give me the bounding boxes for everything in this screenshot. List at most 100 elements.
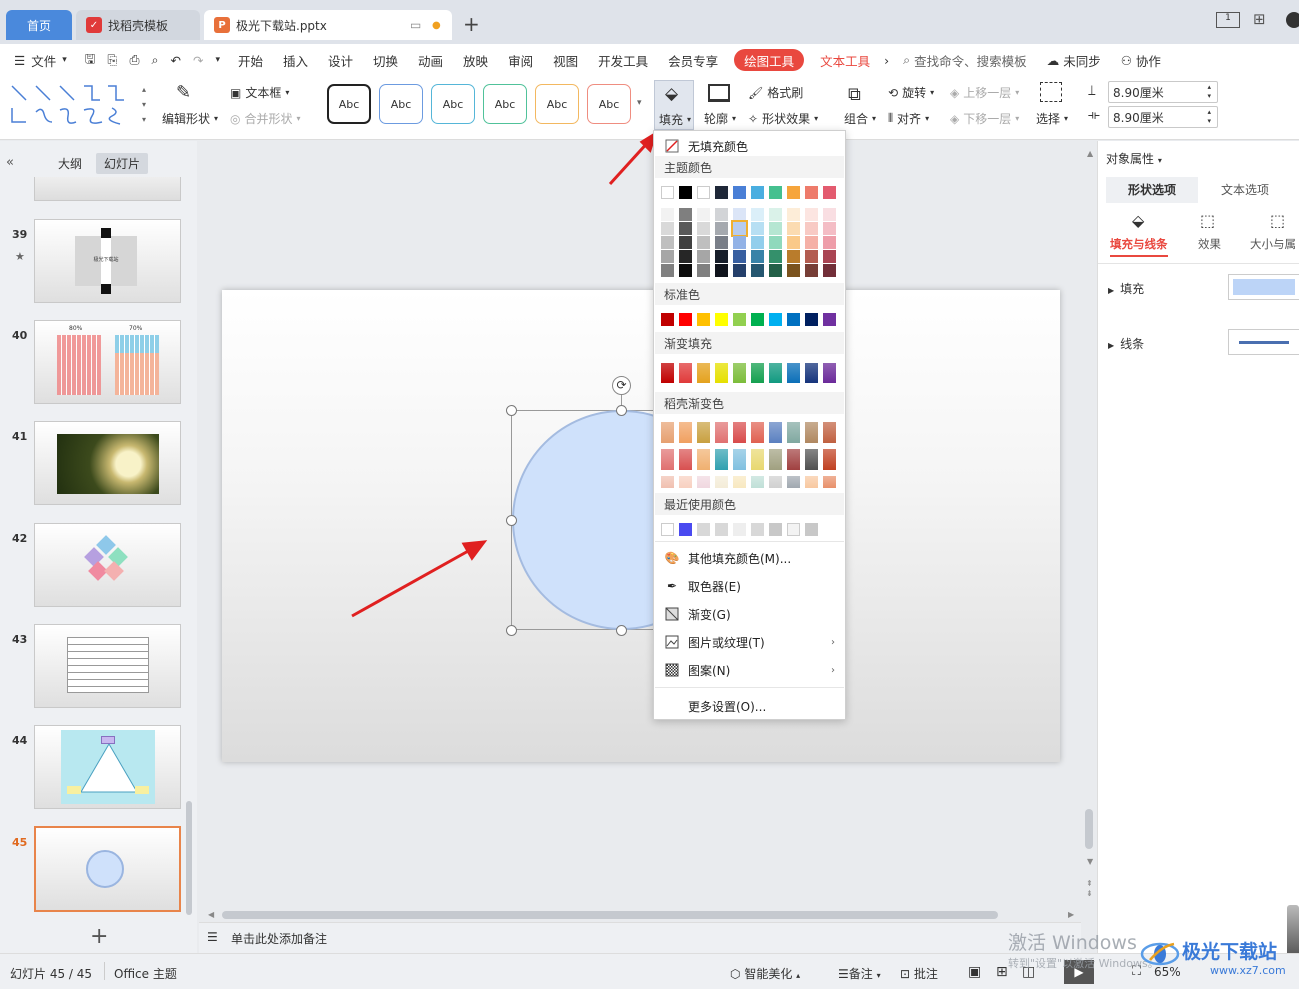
tab-text-options[interactable]: 文本选项 xyxy=(1198,177,1292,203)
scroll-left-icon[interactable]: ◀ xyxy=(208,910,214,919)
theme-shade-swatch[interactable] xyxy=(715,208,728,221)
add-slide-icon[interactable]: + xyxy=(90,924,108,949)
daoke-gradient-swatch[interactable] xyxy=(661,476,674,488)
theme-shade-swatch[interactable] xyxy=(751,222,764,235)
gradient-fill-swatch[interactable] xyxy=(661,363,674,383)
gradient-fill-swatch[interactable] xyxy=(679,363,692,383)
grid-apps-icon[interactable]: ⊞ xyxy=(1253,10,1266,28)
daoke-gradient-swatch[interactable] xyxy=(679,449,692,470)
daoke-gradient-swatch[interactable] xyxy=(661,422,674,443)
shape-style-1[interactable]: Abc xyxy=(327,84,371,124)
daoke-gradient-swatch[interactable] xyxy=(787,449,800,470)
recent-color-swatch[interactable] xyxy=(679,523,692,536)
theme-shade-swatch[interactable] xyxy=(805,236,818,249)
fill-color-picker[interactable] xyxy=(1228,274,1299,300)
format-painter-button[interactable]: 🖌 格式刷 xyxy=(748,84,803,101)
daoke-gradient-swatch[interactable] xyxy=(751,422,764,443)
theme-color-swatch[interactable] xyxy=(661,186,674,199)
theme-shade-swatch[interactable] xyxy=(661,236,674,249)
fill-button[interactable]: ⬙ 填充 ▾ xyxy=(654,80,694,130)
theme-shade-swatch[interactable] xyxy=(679,208,692,221)
theme-shade-swatch[interactable] xyxy=(787,264,800,277)
theme-color-swatch[interactable] xyxy=(787,186,800,199)
command-search[interactable]: ⌕ 查找命令、搜索模板 xyxy=(893,44,1037,76)
daoke-gradient-swatch[interactable] xyxy=(787,422,800,443)
more-tabs-icon[interactable]: › xyxy=(880,44,893,76)
tab-size[interactable]: 大小与属 xyxy=(1250,236,1296,252)
theme-shade-swatch[interactable] xyxy=(787,208,800,221)
theme-shade-swatch[interactable] xyxy=(823,222,836,235)
theme-shade-swatch[interactable] xyxy=(715,236,728,249)
daoke-gradient-swatch[interactable] xyxy=(751,476,764,488)
theme-shade-swatch[interactable] xyxy=(787,222,800,235)
daoke-gradient-swatch[interactable] xyxy=(769,449,782,470)
notes-bar[interactable]: ☰ 单击此处添加备注 xyxy=(199,922,1081,953)
comments-toggle[interactable]: ⊡ 批注 xyxy=(900,965,938,982)
theme-shade-swatch[interactable] xyxy=(751,236,764,249)
notes-toggle[interactable]: ☰备注 ▾ xyxy=(838,965,881,982)
theme-color-swatch[interactable] xyxy=(769,186,782,199)
standard-color-swatch[interactable] xyxy=(733,313,746,326)
rotate-handle-icon[interactable]: ⟳ xyxy=(612,376,631,395)
spinner-icon[interactable]: ▴ ▾ xyxy=(1207,108,1211,126)
daoke-gradient-swatch[interactable] xyxy=(715,449,728,470)
daoke-gradient-swatch[interactable] xyxy=(697,449,710,470)
page-nav-icon[interactable]: ⇞ ⇟ xyxy=(1086,879,1093,899)
daoke-gradient-swatch[interactable] xyxy=(715,422,728,443)
horizontal-scrollbar[interactable]: ◀ ▶ xyxy=(200,908,1080,922)
tab-slides[interactable]: 幻灯片 xyxy=(96,153,149,174)
daoke-gradient-swatch[interactable] xyxy=(733,422,746,443)
standard-color-swatch[interactable] xyxy=(715,313,728,326)
resize-handle[interactable] xyxy=(506,625,517,636)
group-button[interactable]: 组合 ▾ xyxy=(844,110,876,127)
h-scroll-thumb[interactable] xyxy=(222,911,998,919)
redo-icon[interactable]: ↷ xyxy=(193,53,203,68)
theme-shade-swatch[interactable] xyxy=(787,250,800,263)
slide-thumb-39[interactable]: 极光下载站 xyxy=(34,219,181,303)
resize-handle[interactable] xyxy=(506,405,517,416)
recent-color-swatch[interactable] xyxy=(805,523,818,536)
theme-shade-swatch[interactable] xyxy=(823,264,836,277)
theme-shade-swatch[interactable] xyxy=(679,264,692,277)
theme-shade-swatch[interactable] xyxy=(805,208,818,221)
gradient-fill-swatch[interactable] xyxy=(769,363,782,383)
gradient-fill-swatch[interactable] xyxy=(715,363,728,383)
daoke-gradient-swatch[interactable] xyxy=(697,476,710,488)
standard-color-swatch[interactable] xyxy=(787,313,800,326)
daoke-gradient-swatch[interactable] xyxy=(823,422,836,443)
gradient-fill-swatch[interactable] xyxy=(751,363,764,383)
theme-shade-swatch[interactable] xyxy=(697,264,710,277)
daoke-gradient-swatch[interactable] xyxy=(679,422,692,443)
theme-shade-swatch[interactable] xyxy=(823,250,836,263)
gradient-fill-swatch[interactable] xyxy=(697,363,710,383)
tab-effect[interactable]: 效果 xyxy=(1198,236,1221,252)
line-shapes-gallery[interactable] xyxy=(8,82,138,128)
scroll-up-icon[interactable]: ▲ xyxy=(1087,149,1093,158)
daoke-gradient-swatch[interactable] xyxy=(733,449,746,470)
theme-shade-swatch[interactable] xyxy=(697,236,710,249)
daoke-gradient-swatch[interactable] xyxy=(679,476,692,488)
theme-shade-swatch[interactable] xyxy=(751,208,764,221)
slide-thumb-44[interactable] xyxy=(34,725,181,809)
theme-shade-swatch[interactable] xyxy=(769,222,782,235)
daoke-gradient-swatch[interactable] xyxy=(805,476,818,488)
theme-shade-swatch[interactable] xyxy=(769,250,782,263)
edit-shape-button[interactable]: 编辑形状 ▾ xyxy=(162,110,218,127)
tab-home[interactable]: 首页 xyxy=(6,10,72,40)
merge-shape-button[interactable]: ◎ 合并形状 ▾ xyxy=(230,110,301,127)
picture-texture-option[interactable]: 图片或纹理(T) › xyxy=(654,629,845,655)
shape-style-2[interactable]: Abc xyxy=(379,84,423,124)
window-layout-icon[interactable]: 1 xyxy=(1216,12,1240,28)
theme-shade-swatch[interactable] xyxy=(805,250,818,263)
daoke-gradient-swatch[interactable] xyxy=(769,476,782,488)
theme-shade-swatch[interactable] xyxy=(769,236,782,249)
menu-item-slideshow[interactable]: 放映 xyxy=(453,44,498,76)
customize-icon[interactable]: ▾ xyxy=(215,55,220,65)
theme-shade-swatch[interactable] xyxy=(823,208,836,221)
tab-daoke-templates[interactable]: ✓ 找稻壳模板 xyxy=(76,10,200,40)
resize-handle[interactable] xyxy=(616,625,627,636)
sync-status[interactable]: ☁ 未同步 xyxy=(1037,44,1111,76)
theme-color-swatch[interactable] xyxy=(715,186,728,199)
menu-item-animation[interactable]: 动画 xyxy=(408,44,453,76)
standard-color-swatch[interactable] xyxy=(661,313,674,326)
